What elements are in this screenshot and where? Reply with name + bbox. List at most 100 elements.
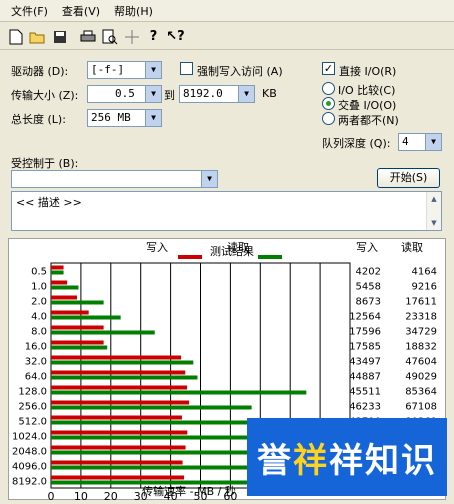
open-folder-icon[interactable] — [28, 27, 47, 46]
neither-label: 两者都不(N) — [338, 114, 399, 127]
scroll-down-icon[interactable]: ▼ — [427, 216, 441, 230]
write-bar — [51, 325, 104, 330]
read-bar — [51, 345, 108, 350]
drive-value: [-f-] — [91, 63, 125, 76]
chevron-down-icon[interactable]: ▼ — [201, 171, 217, 187]
read-bar — [51, 375, 198, 380]
drive-label: 驱动器 (D): — [11, 65, 69, 78]
read-bar — [51, 360, 194, 365]
queue-depth-select[interactable]: 4 ▼ — [398, 133, 442, 151]
table-read-header: 读取 — [401, 240, 423, 254]
neither-radio[interactable] — [322, 112, 335, 125]
write-value: 5458 — [356, 282, 381, 293]
force-write-checkbox[interactable] — [180, 62, 193, 75]
y-tick-label: 2048.0 — [12, 447, 47, 458]
write-value: 43497 — [349, 357, 381, 368]
read-bar — [51, 390, 307, 395]
controlled-by-label: 受控制于 (B): — [11, 157, 79, 170]
menu-help[interactable]: 帮助(H) — [107, 1, 160, 21]
io-compare-radio[interactable] — [322, 82, 335, 95]
write-bar — [51, 310, 89, 315]
menu-view[interactable]: 查看(V) — [55, 1, 107, 21]
to-label: 到 — [164, 89, 175, 102]
y-tick-label: 256.0 — [18, 402, 47, 413]
write-value: 12564 — [349, 312, 381, 323]
watermark-char-1: 誉 — [257, 440, 293, 481]
move-icon[interactable] — [122, 27, 141, 46]
io-compare-label: I/O 比较(C) — [338, 84, 396, 97]
description-scrollbar[interactable]: ▲ ▼ — [426, 192, 441, 230]
description-text: << 描述 >> — [16, 196, 82, 209]
y-tick-label: 4096.0 — [12, 462, 47, 473]
chevron-down-icon[interactable]: ▼ — [238, 86, 254, 102]
description-box[interactable]: << 描述 >> ▲ ▼ — [11, 191, 442, 231]
read-bar — [51, 330, 155, 335]
start-button[interactable]: 开始(S) — [377, 168, 440, 188]
queue-depth-value: 4 — [402, 135, 409, 148]
y-tick-label: 512.0 — [18, 417, 47, 428]
write-value: 44887 — [349, 372, 381, 383]
print-preview-icon[interactable] — [100, 27, 119, 46]
read-bar — [51, 450, 273, 455]
chevron-down-icon[interactable]: ▼ — [425, 134, 441, 150]
total-length-label: 总长度 (L): — [11, 113, 66, 126]
read-value: 17611 — [405, 297, 437, 308]
print-icon[interactable] — [78, 27, 97, 46]
read-value: 67108 — [405, 402, 437, 413]
y-tick-label: 8.0 — [31, 327, 47, 338]
menu-file[interactable]: 文件(F) — [4, 1, 55, 21]
transfer-to-select[interactable]: 8192.0 ▼ — [179, 85, 255, 103]
write-bar — [51, 265, 64, 270]
read-bar — [51, 465, 279, 470]
legend-write-swatch — [178, 255, 202, 259]
write-bar — [51, 385, 188, 390]
y-tick-label: 128.0 — [18, 387, 47, 398]
y-tick-label: 1.0 — [31, 282, 47, 293]
y-tick-label: 16.0 — [25, 342, 47, 353]
write-bar — [51, 430, 188, 435]
total-length-select[interactable]: 256 MB ▼ — [87, 109, 162, 127]
y-tick-label: 0.5 — [31, 267, 47, 278]
y-tick-label: 1024.0 — [12, 432, 47, 443]
x-tick-label: 20 — [104, 490, 118, 501]
write-bar — [51, 475, 185, 480]
new-file-icon[interactable] — [6, 27, 25, 46]
read-value: 47604 — [405, 357, 437, 368]
force-write-label: 强制写入访问 (A) — [197, 65, 283, 78]
read-value: 9216 — [412, 282, 437, 293]
legend-read-label: 读取 — [227, 240, 249, 254]
read-bar — [51, 315, 121, 320]
write-bar — [51, 445, 186, 450]
menu-bar: 文件(F) 查看(V) 帮助(H) — [0, 0, 454, 22]
table-write-header: 写入 — [356, 241, 378, 254]
overlapped-io-label: 交叠 I/O(O) — [338, 99, 397, 112]
controlled-by-select[interactable]: ▼ — [11, 170, 218, 188]
transfer-from-value: 0.5 — [115, 87, 135, 100]
watermark-char-2: 祥 — [293, 440, 329, 481]
write-bar — [51, 295, 78, 300]
transfer-to-value: 8192.0 — [183, 87, 223, 100]
chevron-down-icon[interactable]: ▼ — [145, 110, 161, 126]
help-icon[interactable]: ? — [144, 27, 163, 46]
direct-io-label: 直接 I/O(R) — [339, 65, 397, 78]
drive-select[interactable]: [-f-] ▼ — [87, 61, 162, 79]
read-bar — [51, 300, 104, 305]
write-value: 4202 — [356, 267, 381, 278]
direct-io-checkbox[interactable]: ✓ — [322, 62, 335, 75]
y-tick-label: 8192.0 — [12, 477, 47, 488]
watermark-rest: 祥知识 — [329, 440, 437, 481]
transfer-from-select[interactable]: 0.5 ▼ — [87, 85, 162, 103]
chevron-down-icon[interactable]: ▼ — [145, 62, 161, 78]
read-bar — [51, 405, 252, 410]
scroll-up-icon[interactable]: ▲ — [427, 192, 441, 206]
write-value: 46233 — [349, 402, 381, 413]
write-bar — [51, 460, 183, 465]
save-icon[interactable] — [50, 27, 69, 46]
legend-write-label: 写入 — [146, 241, 168, 254]
write-bar — [51, 280, 68, 285]
overlapped-io-radio[interactable] — [322, 97, 335, 110]
x-axis-label: 传输速率 - MB / 秒 — [142, 484, 236, 498]
read-value: 23318 — [405, 312, 437, 323]
context-help-icon[interactable]: ↖? — [166, 27, 185, 46]
chevron-down-icon[interactable]: ▼ — [145, 86, 161, 102]
